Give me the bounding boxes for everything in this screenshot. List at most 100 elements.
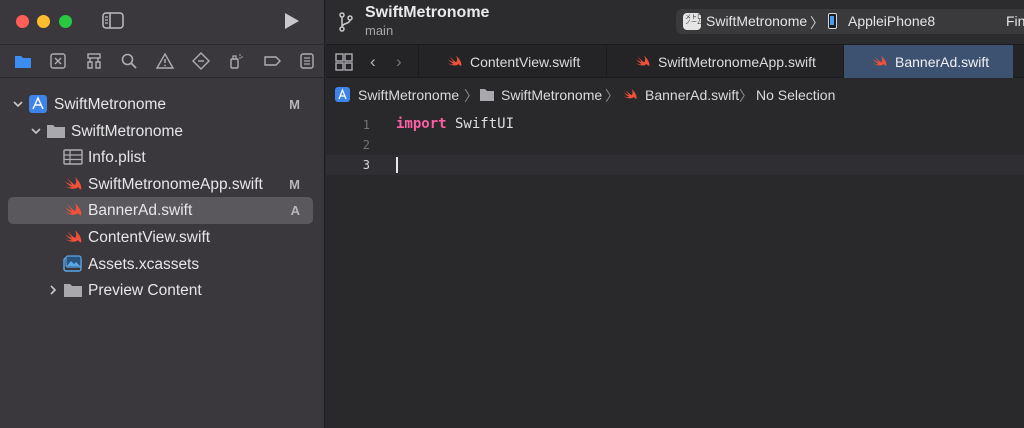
jump-bar-file[interactable]: BannerAd.swift	[645, 87, 739, 103]
run-play-icon[interactable]	[280, 10, 302, 32]
tab-bannerad[interactable]: BannerAd.swift	[843, 45, 1013, 78]
symbol-hierarchy-icon	[87, 53, 101, 69]
warning-icon	[156, 52, 175, 69]
tree-item-label: SwiftMetronomeApp.swift	[88, 175, 263, 193]
app-icon: メトロ ノーム	[683, 13, 704, 30]
issue-navigator-tab[interactable]	[147, 48, 183, 74]
tree-item-file[interactable]: SwiftMetronomeApp.swift M	[8, 171, 313, 198]
tab-label: SwiftMetronomeApp.swift	[658, 53, 816, 70]
window-toolbar: SwiftMetronome main メトロ ノーム SwiftMetrono…	[326, 0, 1024, 44]
keyword-token: import	[396, 116, 447, 132]
jump-bar: SwiftMetronome 〉 SwiftMetronome 〉 Banner…	[326, 78, 1024, 112]
search-icon	[122, 53, 138, 69]
zoom-window-button[interactable]	[59, 15, 72, 28]
chevron-right-icon[interactable]: ›	[396, 52, 402, 72]
chevron-down-icon[interactable]	[12, 98, 24, 110]
jump-bar-symbol[interactable]: No Selection	[756, 87, 835, 103]
tree-item-label: SwiftMetronome	[71, 122, 183, 140]
tree-item-group-folder[interactable]: Preview Content	[8, 277, 313, 304]
scm-status-badge: M	[289, 97, 300, 112]
folder-icon	[480, 89, 494, 101]
app-icon-text: メトロ ノーム	[685, 15, 704, 26]
iphone-icon	[828, 13, 837, 29]
tree-item-file[interactable]: ContentView.swift	[8, 224, 313, 251]
scheme-name[interactable]: SwiftMetronome	[706, 13, 807, 29]
text-cursor	[396, 157, 398, 173]
code-text: import SwiftUI	[396, 116, 514, 132]
swift-file-icon	[623, 88, 637, 100]
scheme-selector[interactable]: メトロ ノーム SwiftMetronome 〉 AppleiPhone8	[676, 9, 1024, 34]
project-icon	[335, 87, 350, 102]
run-destination[interactable]: AppleiPhone8	[848, 13, 935, 29]
jump-bar-separator: 〉	[739, 88, 753, 104]
editor-tab-bar: ‹ › ContentView.swift SwiftMetronomeApp.…	[326, 44, 1024, 78]
branch-icon[interactable]	[338, 12, 354, 32]
plist-icon	[63, 149, 83, 165]
test-diamond-icon	[191, 52, 210, 70]
project-navigator-tab[interactable]	[5, 48, 41, 74]
project-file-tree: SwiftMetronome M SwiftMetronome Info.pli…	[8, 91, 313, 304]
tab-label: BannerAd.swift	[895, 53, 990, 70]
tree-item-label: SwiftMetronome	[54, 96, 166, 113]
project-title: SwiftMetronome	[365, 4, 490, 21]
test-navigator-tab[interactable]	[183, 48, 219, 74]
tree-item-label: Preview Content	[88, 282, 202, 300]
tree-item-label: Assets.xcassets	[88, 255, 200, 273]
window-titlebar-left	[0, 0, 324, 44]
tree-item-group-folder[interactable]: SwiftMetronome	[8, 118, 313, 145]
breakpoint-icon	[264, 56, 281, 66]
swift-file-icon	[65, 203, 82, 217]
code-token: SwiftUI	[446, 116, 515, 132]
debug-spray-icon	[230, 54, 243, 69]
source-control-icon	[50, 53, 67, 69]
breakpoint-navigator-tab[interactable]	[254, 48, 290, 74]
activity-status: Fin	[1006, 13, 1024, 29]
tree-item-file[interactable]: Assets.xcassets	[8, 251, 313, 278]
minimize-window-button[interactable]	[37, 15, 50, 28]
editor-area: SwiftMetronome main メトロ ノーム SwiftMetrono…	[326, 0, 1024, 428]
report-navigator-tab[interactable]	[290, 48, 326, 74]
scm-status-badge: A	[290, 203, 300, 219]
jump-bar-separator: 〉	[464, 88, 478, 104]
swift-file-icon	[635, 55, 650, 67]
tree-item-label: BannerAd.swift	[88, 202, 193, 220]
code-line: 2	[326, 135, 1024, 155]
folder-icon	[14, 56, 31, 68]
grid-icon[interactable]	[335, 53, 353, 71]
chevron-down-icon[interactable]	[30, 125, 42, 137]
branch-name: main	[365, 23, 394, 38]
assets-icon	[63, 254, 82, 272]
swift-file-icon	[872, 55, 887, 67]
line-number: 3	[362, 158, 370, 172]
close-window-button[interactable]	[16, 15, 29, 28]
tree-item-label: Info.plist	[88, 149, 146, 167]
tree-item-file[interactable]: Info.plist	[8, 144, 313, 171]
tab-contentview[interactable]: ContentView.swift	[418, 45, 606, 78]
chevron-right-icon[interactable]	[47, 284, 59, 296]
tree-item-project[interactable]: SwiftMetronome M	[8, 91, 313, 118]
scheme-separator: 〉	[810, 15, 824, 31]
code-line-current: 3	[326, 155, 1024, 175]
swift-file-icon	[447, 55, 462, 67]
swift-file-icon	[65, 176, 82, 190]
line-number: 2	[362, 138, 370, 152]
folder-icon	[64, 284, 82, 298]
sidebar-toggle-icon[interactable]	[102, 12, 124, 29]
find-navigator-tab[interactable]	[112, 48, 148, 74]
navigator-tab-bar	[0, 44, 325, 78]
chevron-left-icon[interactable]: ‹	[370, 52, 376, 72]
report-icon	[300, 53, 314, 69]
tab-swiftmetronomeapp[interactable]: SwiftMetronomeApp.swift	[606, 45, 843, 78]
line-number: 1	[362, 118, 370, 132]
jump-bar-group[interactable]: SwiftMetronome	[501, 87, 602, 103]
jump-bar-project[interactable]: SwiftMetronome	[358, 87, 459, 103]
jump-bar-separator: 〉	[605, 88, 619, 104]
symbol-navigator-tab[interactable]	[76, 48, 112, 74]
tree-item-file-selected[interactable]: BannerAd.swift A	[8, 197, 313, 224]
code-line: 1 import SwiftUI	[326, 115, 1024, 135]
source-control-navigator-tab[interactable]	[41, 48, 77, 74]
swift-file-icon	[65, 229, 82, 243]
tree-item-label: ContentView.swift	[88, 228, 211, 246]
source-editor[interactable]: 1 import SwiftUI 2 3	[326, 112, 1024, 428]
debug-navigator-tab[interactable]	[218, 48, 254, 74]
